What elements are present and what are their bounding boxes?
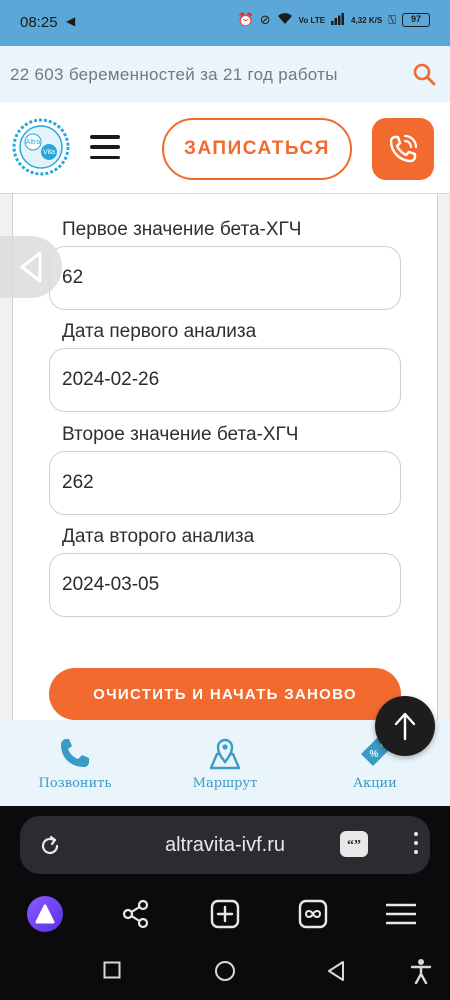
second-date-label: Дата второго анализа	[62, 526, 255, 547]
alarm-icon: ⏰	[237, 12, 254, 27]
signup-button[interactable]: ЗАПИСАТЬСЯ	[162, 118, 352, 180]
nav-route-label: Маршрут	[192, 776, 258, 791]
phone-icon	[389, 134, 418, 163]
more-options-icon[interactable]	[414, 832, 418, 859]
site-header: Altra Vita ЗАПИСАТЬСЯ	[0, 102, 450, 194]
network-type: Vo LTE	[298, 15, 326, 25]
recents-icon[interactable]	[103, 961, 121, 979]
svg-text:“”: “”	[347, 838, 361, 853]
hamburger-menu-icon[interactable]	[90, 135, 120, 159]
signal-icon	[331, 12, 345, 28]
nav-call-label: Позвонить	[38, 776, 112, 791]
arrow-up-icon	[394, 712, 416, 741]
second-hcg-label: Второе значение бета-ХГЧ	[62, 424, 299, 445]
new-tab-button[interactable]	[205, 894, 245, 934]
site-tagline: 22 603 беременностей за 21 год работы	[10, 65, 338, 84]
svg-text:%: %	[370, 749, 379, 760]
url-text: altravita-ivf.ru	[164, 834, 286, 856]
do-not-disturb-icon: ⊘	[259, 12, 271, 27]
back-triangle-icon	[20, 251, 42, 283]
first-date-input[interactable]: 2024-02-26	[49, 348, 401, 412]
add-tab-icon	[210, 899, 240, 929]
home-icon[interactable]	[214, 960, 236, 982]
back-icon[interactable]	[326, 960, 346, 982]
alice-assistant-button[interactable]	[25, 894, 65, 934]
navigation-arrow-icon: ◀	[66, 14, 76, 28]
tabs-button[interactable]	[293, 894, 333, 934]
network-speed: 4,32 K/S	[351, 15, 383, 25]
address-bar[interactable]: altravita-ivf.ru “”	[20, 816, 430, 874]
chat-bubble-icon[interactable]: “”	[340, 831, 368, 857]
first-hcg-label: Первое значение бета-ХГЧ	[62, 219, 302, 240]
search-icon[interactable]	[412, 62, 436, 86]
second-hcg-input[interactable]: 262	[49, 451, 401, 515]
phone-icon	[61, 739, 89, 767]
system-navigation-bar	[0, 946, 450, 1000]
status-bar: 08:25 ◀ ⏰ ⊘ Vo LTE 4,32 K/S ⍂ 97	[0, 0, 450, 46]
nav-call[interactable]: Позвонить	[15, 736, 135, 791]
reset-button[interactable]: ОЧИСТИТЬ И НАЧАТЬ ЗАНОВО	[49, 668, 401, 720]
battery-level: 97	[402, 13, 430, 27]
site-search-bar[interactable]: 22 603 беременностей за 21 год работы	[0, 46, 450, 102]
status-time: 08:25	[20, 14, 58, 31]
logo-text-bottom: Vita	[43, 149, 55, 156]
nav-promotions-label: Акции	[353, 776, 397, 791]
map-route-icon	[209, 738, 241, 770]
logo-text-top: Altra	[26, 139, 41, 146]
wifi-icon	[277, 12, 293, 28]
call-button[interactable]	[372, 118, 434, 180]
browser-menu-button[interactable]	[381, 894, 421, 934]
first-date-label: Дата первого анализа	[62, 321, 257, 342]
tabs-infinity-icon	[298, 899, 328, 929]
altravita-logo[interactable]: Altra Vita	[10, 116, 72, 178]
scroll-to-top-button[interactable]	[375, 696, 435, 756]
vibrate-icon: ⍂	[388, 12, 396, 27]
menu-icon	[386, 903, 416, 925]
accessibility-icon[interactable]	[410, 958, 432, 984]
back-gesture-tab[interactable]	[0, 236, 62, 298]
second-date-input[interactable]: 2024-03-05	[49, 553, 401, 617]
nav-route[interactable]: Маршрут	[165, 736, 285, 791]
share-button[interactable]	[116, 894, 156, 934]
status-icons: ⏰ ⊘ Vo LTE 4,32 K/S ⍂ 97	[238, 12, 430, 28]
first-hcg-input[interactable]: 62	[49, 246, 401, 310]
share-icon	[122, 899, 149, 929]
alice-icon	[27, 896, 63, 932]
